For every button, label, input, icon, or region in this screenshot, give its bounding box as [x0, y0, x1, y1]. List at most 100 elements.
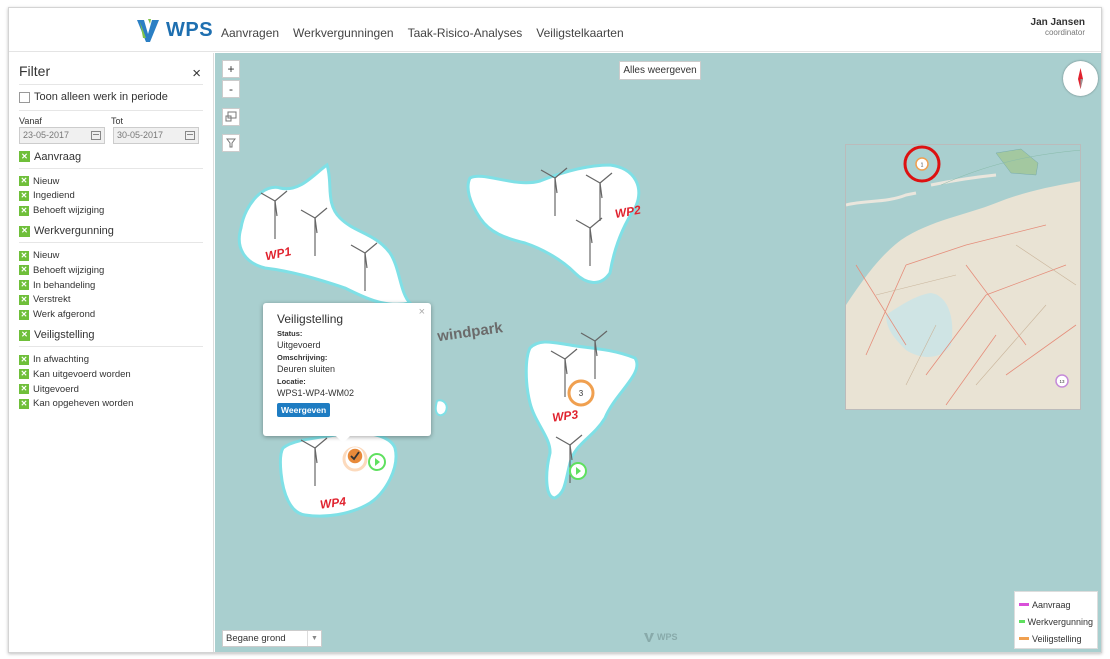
filter-item[interactable]: ✕ Kan uitgevoerd worden [19, 367, 203, 382]
filter-item-label: Kan uitgevoerd worden [33, 368, 131, 380]
checked-icon[interactable]: ✕ [19, 398, 29, 409]
island-wp2 [466, 163, 641, 284]
date-range: 23-05-2017 30-05-2017 [19, 126, 203, 144]
close-icon[interactable]: × [192, 65, 201, 82]
checked-icon[interactable]: ✕ [19, 369, 29, 380]
description-label: Omschrijving: [277, 353, 328, 362]
legend-label: Werkvergunning [1027, 616, 1093, 627]
divider [19, 109, 203, 111]
description-value: Deuren sluiten [277, 364, 336, 374]
nav-werkvergunningen[interactable]: Werkvergunningen [293, 26, 394, 40]
filter-item[interactable]: ✕ Werk afgerond [19, 307, 203, 322]
section-veiligstelling[interactable]: ✕ Veiligstelling [19, 329, 203, 341]
checked-icon[interactable]: ✕ [19, 151, 30, 163]
from-date-field[interactable]: 23-05-2017 [19, 126, 105, 144]
filter-item[interactable]: ✕ In afwachting [19, 352, 203, 367]
status-label: Status: [277, 329, 303, 338]
filter-item[interactable]: ✕ Behoeft wijziging [19, 263, 203, 278]
legend-item: Werkvergunning [1019, 613, 1093, 630]
to-date-field[interactable]: 30-05-2017 [113, 126, 199, 144]
logo-text: WPS [166, 18, 214, 41]
minimap-drawing: 1 13 [846, 145, 1080, 409]
checked-icon[interactable]: ✕ [19, 354, 29, 365]
watermark-text: WPS [657, 632, 678, 642]
funnel-icon [226, 138, 236, 148]
filter-item[interactable]: ✕ Kan opgeheven worden [19, 397, 203, 412]
legend-label: Aanvraag [1032, 599, 1071, 610]
user-role: coordinator [1044, 28, 1085, 37]
cluster-count: 3 [579, 389, 584, 398]
filter-item[interactable]: ✕ Behoeft wijziging [19, 203, 203, 218]
veiligstelling-popup: × Veiligstelling Status: Uitgevoerd Omsc… [263, 303, 431, 443]
island-wp1 [237, 162, 414, 306]
map-canvas[interactable]: WP1 WP2 WP3 WP4 windpark 3 + - Alles wee… [215, 53, 1101, 652]
user-menu[interactable]: Jan Jansen coordinator [1031, 17, 1085, 37]
checked-icon[interactable]: ✕ [19, 384, 29, 395]
top-bar: WPS Aanvragen Werkvergunningen Taak-Risi… [9, 8, 1101, 52]
main-nav: Aanvragen Werkvergunningen Taak-Risico-A… [221, 26, 624, 40]
island-sliver [434, 399, 448, 417]
from-label: Vanaf [19, 115, 42, 126]
zoom-in-button[interactable]: + [222, 60, 240, 78]
section-werkvergunning[interactable]: ✕ Werkvergunning [19, 225, 203, 237]
weergeven-button[interactable]: Weergeven [277, 403, 331, 417]
to-date-value: 30-05-2017 [117, 130, 164, 141]
filter-item[interactable]: ✕ Uitgevoerd [19, 382, 203, 397]
section-title: Veiligstelling [34, 329, 95, 342]
legend-label: Veiligstelling [1032, 633, 1082, 644]
close-icon[interactable]: × [419, 306, 425, 318]
checkbox-empty-icon[interactable] [19, 91, 30, 103]
calendar-icon[interactable] [185, 130, 195, 140]
filter-item-label: Behoeft wijziging [33, 205, 105, 217]
filter-item-label: Nieuw [33, 175, 60, 187]
filter-item-label: In behandeling [33, 279, 96, 291]
zoom-out-button[interactable]: - [222, 80, 240, 98]
section-aanvraag[interactable]: ✕ Aanvraag [19, 151, 203, 163]
checked-icon[interactable]: ✕ [19, 329, 30, 341]
filter-item-label: Werk afgerond [33, 309, 96, 321]
user-name: Jan Jansen [1030, 17, 1085, 28]
calendar-icon[interactable] [91, 130, 101, 140]
filter-item[interactable]: ✕ Nieuw [19, 174, 203, 189]
show-all-button[interactable]: Alles weergeven [619, 61, 701, 80]
filter-item[interactable]: ✕ Verstrekt [19, 293, 203, 308]
wps-logo-icon [137, 19, 159, 42]
wps-logo-icon [644, 633, 654, 642]
checked-icon[interactable]: ✕ [19, 176, 29, 187]
overview-minimap[interactable]: 1 13 [845, 144, 1081, 410]
only-period-checkbox[interactable]: Toon alleen werk in periode [19, 90, 203, 105]
map-legend: Aanvraag Werkvergunning Veiligstelling [1014, 591, 1098, 649]
checked-icon[interactable]: ✕ [19, 205, 29, 216]
legend-swatch [1019, 620, 1025, 623]
floor-value: Begane grond [226, 633, 286, 644]
divider [19, 346, 203, 348]
filter-item-label: Verstrekt [33, 294, 71, 306]
checked-icon[interactable]: ✕ [19, 280, 29, 291]
divider [19, 167, 203, 169]
checked-icon[interactable]: ✕ [19, 225, 30, 237]
nav-taak-risico-analyses[interactable]: Taak-Risico-Analyses [408, 26, 523, 40]
status-value: Uitgevoerd [277, 340, 321, 350]
filter-button[interactable] [222, 134, 240, 152]
checked-icon[interactable]: ✕ [19, 265, 29, 276]
filter-item[interactable]: ✕ In behandeling [19, 278, 203, 293]
select-area-button[interactable] [222, 108, 240, 126]
compass-icon [1078, 68, 1083, 89]
nav-veiligstelkaarten[interactable]: Veiligstelkaarten [536, 26, 623, 40]
filter-item[interactable]: ✕ Nieuw [19, 248, 203, 263]
filter-item-label: Nieuw [33, 250, 60, 262]
filter-item-label: Ingediend [33, 190, 75, 202]
nav-aanvragen[interactable]: Aanvragen [221, 26, 279, 40]
wps-logo[interactable]: WPS [134, 14, 213, 46]
checked-icon[interactable]: ✕ [19, 294, 29, 305]
checked-icon[interactable]: ✕ [19, 250, 29, 261]
app-window: WPS Aanvragen Werkvergunningen Taak-Risi… [8, 7, 1102, 653]
floor-select[interactable]: Begane grond ▼ [222, 630, 322, 647]
checked-icon[interactable]: ✕ [19, 309, 29, 320]
checked-icon[interactable]: ✕ [19, 190, 29, 201]
compass-button[interactable] [1063, 61, 1098, 96]
location-label: Locatie: [277, 377, 306, 386]
filter-item[interactable]: ✕ Ingediend [19, 189, 203, 204]
veiligstelling-marker[interactable] [346, 447, 364, 465]
chevron-down-icon[interactable]: ▼ [307, 631, 321, 646]
